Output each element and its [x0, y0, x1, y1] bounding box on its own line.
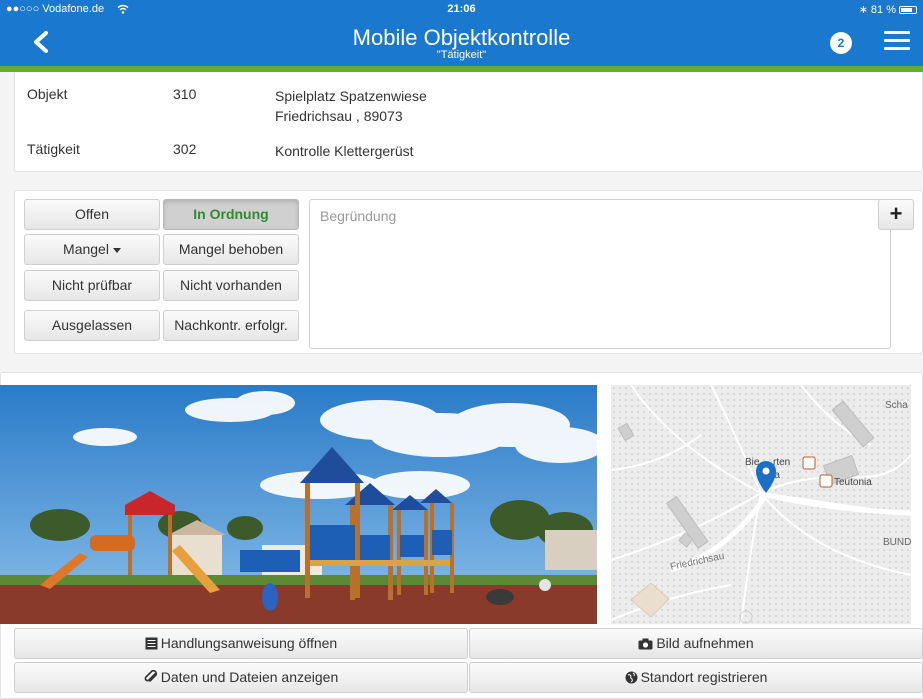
standort-registrieren-label: Standort registrieren	[640, 669, 768, 685]
page-subtitle: "Tätigkeit"	[436, 49, 487, 61]
battery-level	[901, 7, 913, 12]
battery-icon	[899, 5, 917, 14]
objekt-address: Friedrichsau , 89073	[275, 108, 403, 124]
map-image: Friedrichsau Bie rten onia Teutonia Scha…	[611, 385, 911, 624]
taetigkeit-name: Kontrolle Klettergerüst	[275, 143, 414, 159]
objekt-number: 310	[173, 86, 197, 102]
battery-status: ∗ 81 %	[859, 3, 917, 16]
beer-garden-icon	[802, 456, 816, 470]
camera-icon	[638, 638, 653, 650]
daten-dateien-label: Daten und Dateien anzeigen	[160, 669, 339, 685]
status-offen-button[interactable]: Offen	[24, 199, 160, 230]
paperclip-icon	[144, 669, 157, 682]
map-bund-label: BUND	[883, 537, 911, 548]
map-school-label: Scha	[885, 400, 908, 411]
notification-badge[interactable]: 2	[830, 32, 852, 54]
bild-aufnehmen-button[interactable]: Bild aufnehmen	[469, 628, 923, 659]
objekt-label: Objekt	[27, 86, 68, 102]
location-map[interactable]: Friedrichsau Bie rten onia Teutonia Scha…	[611, 385, 911, 624]
map-poi-label-1b: rten	[773, 457, 790, 468]
handlungsanweisung-label: Handlungsanweisung öffnen	[160, 635, 338, 651]
taetigkeit-label: Tätigkeit	[27, 141, 80, 157]
map-poi-label-2: Teutonia	[834, 477, 872, 488]
status-bar: ●●○○○ Vodafone.de 21:06 ∗ 81 %	[0, 0, 923, 18]
mangel-label: Mangel	[63, 241, 109, 257]
objekt-value: Spielplatz Spatzenwiese Friedrichsau , 8…	[275, 86, 675, 126]
restaurant-icon	[819, 474, 833, 488]
clock: 21:06	[447, 3, 476, 15]
object-info-panel: Objekt 310 Spielplatz Spatzenwiese Fried…	[14, 72, 923, 172]
begruendung-input[interactable]	[309, 199, 891, 349]
bild-aufnehmen-label: Bild aufnehmen	[656, 635, 754, 651]
status-mangel-behoben-button[interactable]: Mangel behoben	[163, 234, 299, 265]
caret-down-icon	[112, 247, 121, 253]
add-button[interactable]: +	[878, 199, 914, 230]
status-ausgelassen-button[interactable]: Ausgelassen	[24, 310, 160, 341]
status-mangel-dropdown[interactable]: Mangel	[24, 234, 160, 265]
status-nachkontrolle-button[interactable]: Nachkontr. erfolgr.	[163, 310, 299, 341]
list-icon	[145, 637, 158, 650]
playground-image	[0, 385, 597, 624]
status-in-ordnung-button[interactable]: In Ordnung	[163, 199, 299, 230]
battery-percent: 81 %	[870, 3, 896, 16]
standort-registrieren-button[interactable]: Standort registrieren	[469, 662, 923, 693]
nav-bar: Mobile Objektkontrolle "Tätigkeit" 2	[0, 18, 923, 66]
daten-dateien-button[interactable]: Daten und Dateien anzeigen	[14, 662, 468, 693]
status-nicht-pruefbar-button[interactable]: Nicht prüfbar	[24, 270, 160, 301]
taetigkeit-number: 302	[173, 141, 197, 157]
playground-photo[interactable]	[0, 385, 597, 624]
objekt-name: Spielplatz Spatzenwiese	[275, 88, 427, 104]
status-panel: Offen In Ordnung Mangel Mangel behoben N…	[14, 190, 923, 354]
page-title: Mobile Objektkontrolle	[352, 25, 571, 50]
globe-icon	[625, 671, 638, 684]
bluetooth-icon: ∗	[858, 4, 868, 16]
menu-button[interactable]	[884, 29, 910, 53]
status-nicht-vorhanden-button[interactable]: Nicht vorhanden	[163, 270, 299, 301]
handlungsanweisung-button[interactable]: Handlungsanweisung öffnen	[14, 628, 468, 659]
